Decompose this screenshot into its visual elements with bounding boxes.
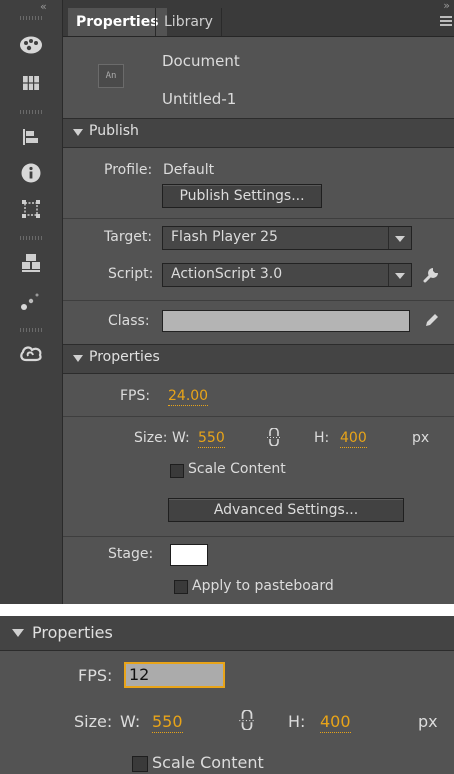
script-label: Script: — [108, 266, 154, 282]
collapse-icon[interactable]: « — [40, 1, 47, 12]
target-dropdown[interactable]: Flash Player 25 — [162, 226, 412, 250]
profile-value: Default — [163, 162, 215, 178]
divider — [63, 218, 454, 219]
motion-presets-icon[interactable] — [16, 286, 46, 316]
size-label: Size: — [74, 712, 113, 731]
height-value[interactable]: 400 — [340, 430, 367, 448]
fps-value[interactable]: 24.00 — [168, 388, 209, 406]
chevron-down-icon — [388, 227, 411, 249]
unit-label: px — [418, 712, 438, 731]
collapse-triangle-icon — [73, 355, 83, 362]
width-value[interactable]: 550 — [198, 430, 225, 448]
fps-input[interactable]: 12 — [124, 662, 225, 688]
unit-label: px — [412, 430, 430, 446]
fps-label: FPS: — [78, 666, 113, 685]
document-type-label: Document — [162, 52, 240, 70]
publish-section-header[interactable]: Publish — [63, 118, 454, 148]
expand-icon[interactable]: » — [443, 0, 450, 11]
profile-label: Profile: — [104, 162, 153, 178]
wrench-icon[interactable] — [418, 260, 446, 288]
tab-library[interactable]: Library — [155, 8, 222, 36]
properties-panel: « » Properties Library An Document Untit… — [0, 0, 454, 604]
document-name: Untitled-1 — [162, 90, 237, 108]
pencil-icon[interactable] — [420, 306, 444, 334]
tool-strip: « — [0, 0, 63, 604]
panel-tab-bar: » Properties Library — [63, 0, 454, 37]
swatches-grid-icon[interactable] — [16, 68, 46, 98]
scale-content-label: Scale Content — [152, 753, 264, 772]
class-input[interactable] — [162, 310, 410, 332]
target-value: Flash Player 25 — [171, 229, 278, 245]
scale-content-checkbox[interactable] — [170, 464, 184, 478]
link-dimensions-icon[interactable] — [262, 424, 286, 450]
height-label: H: — [288, 712, 306, 731]
scale-content-label: Scale Content — [188, 461, 286, 477]
creative-cloud-icon[interactable] — [16, 338, 46, 368]
toolgroup-grip[interactable] — [20, 110, 42, 114]
properties-section-header[interactable]: Properties — [0, 616, 454, 651]
apply-pasteboard-label: Apply to pasteboard — [192, 578, 334, 594]
tab-properties[interactable]: Properties — [68, 8, 167, 36]
divider — [63, 300, 454, 301]
height-value[interactable]: 400 — [320, 712, 351, 733]
stage-label: Stage: — [108, 546, 154, 562]
collapse-triangle-icon — [12, 629, 24, 637]
properties-section-header[interactable]: Properties — [63, 344, 454, 374]
publish-settings-button[interactable]: Publish Settings... — [162, 184, 322, 208]
link-dimensions-icon[interactable] — [234, 706, 260, 734]
align-icon[interactable] — [16, 122, 46, 152]
script-dropdown[interactable]: ActionScript 3.0 — [162, 263, 412, 287]
components-icon[interactable] — [16, 248, 46, 278]
advanced-settings-button[interactable]: Advanced Settings... — [168, 498, 404, 522]
width-label: W: — [172, 430, 190, 446]
palette-icon[interactable] — [16, 30, 46, 60]
height-label: H: — [314, 430, 330, 446]
width-label: W: — [120, 712, 141, 731]
collapse-triangle-icon — [73, 129, 83, 136]
publish-header-label: Publish — [89, 123, 139, 139]
width-value[interactable]: 550 — [152, 712, 183, 733]
panel-menu-icon[interactable] — [440, 16, 452, 26]
script-value: ActionScript 3.0 — [171, 266, 283, 282]
apply-pasteboard-checkbox[interactable] — [174, 580, 188, 594]
toolgroup-grip[interactable] — [20, 236, 42, 240]
transform-icon[interactable] — [16, 194, 46, 224]
stage-color-swatch[interactable] — [170, 544, 208, 566]
toolgroup-grip[interactable] — [20, 16, 42, 20]
properties-header-label: Properties — [32, 623, 113, 642]
target-label: Target: — [104, 229, 153, 245]
properties-header-label: Properties — [89, 349, 160, 365]
chevron-down-icon — [388, 264, 411, 286]
divider — [63, 416, 454, 417]
size-label: Size: — [134, 430, 168, 446]
divider — [63, 536, 454, 537]
fps-label: FPS: — [120, 388, 151, 404]
class-label: Class: — [108, 313, 150, 329]
toolgroup-grip[interactable] — [20, 328, 42, 332]
properties-panel-editing: Properties FPS: 12 Size: W: 550 H: 400 p… — [0, 616, 454, 774]
document-icon: An — [98, 64, 124, 88]
scale-content-checkbox[interactable] — [132, 756, 148, 772]
info-icon[interactable] — [16, 158, 46, 188]
